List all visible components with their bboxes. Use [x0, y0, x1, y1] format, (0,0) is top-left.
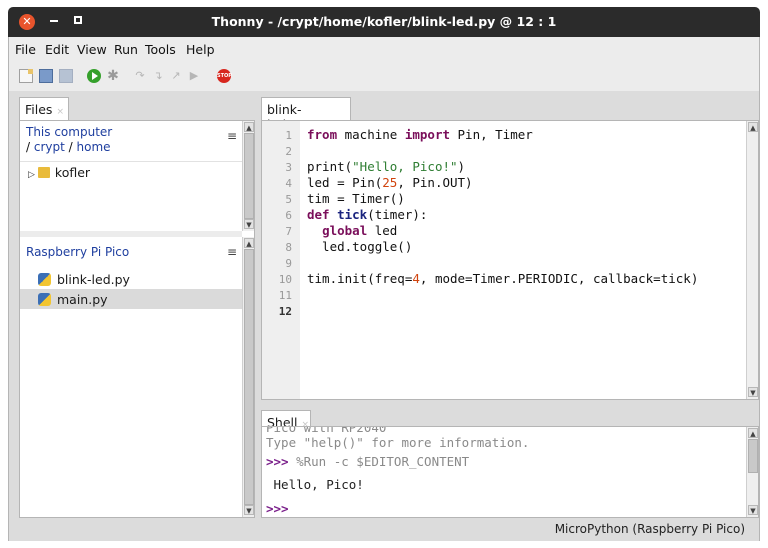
line-number: 3 [285, 161, 292, 174]
list-item[interactable]: main.py [20, 289, 242, 309]
breadcrumb-crypt[interactable]: crypt [34, 140, 65, 154]
new-file-icon[interactable] [19, 69, 33, 83]
main-window: File Edit View Run Tools Help ✱ ↷ ↴ ↗ ▶ … [8, 37, 760, 541]
this-computer-label: This computer [26, 125, 113, 139]
scroll-thumb[interactable] [244, 249, 254, 505]
python-file-icon [38, 293, 51, 306]
python-file-icon [38, 273, 51, 286]
tab-blink-led[interactable]: blink-led.py× [261, 97, 351, 132]
files-tab-label: Files [25, 102, 53, 117]
menu-icon[interactable]: ≡ [227, 245, 237, 259]
code-line: tim = Timer() [307, 191, 405, 206]
step-out-icon[interactable]: ↗ [169, 69, 183, 83]
vertical-scrollbar[interactable]: ▲ ▼ [746, 121, 758, 399]
title-bar: ✕ Thonny - /crypt/home/kofler/blink-led.… [8, 7, 760, 37]
scroll-thumb[interactable] [748, 439, 758, 473]
line-number: 10 [278, 273, 292, 286]
line-number: 9 [285, 257, 292, 270]
scroll-up-icon[interactable]: ▲ [244, 122, 254, 132]
line-number: 5 [285, 193, 292, 206]
breadcrumb-sep: / [26, 140, 34, 154]
shell-command-line: >>> %Run -c $EDITOR_CONTENT [266, 454, 470, 469]
menu-tools[interactable]: Tools [145, 42, 176, 57]
breadcrumb-home[interactable]: home [77, 140, 111, 154]
menu-view[interactable]: View [77, 42, 107, 57]
pico-label: Raspberry Pi Pico [26, 245, 130, 259]
scroll-down-icon[interactable]: ▼ [244, 219, 254, 229]
menu-edit[interactable]: Edit [45, 42, 69, 57]
code-line: global led [322, 223, 398, 238]
step-into-icon[interactable]: ↴ [151, 69, 165, 83]
line-number: 6 [285, 209, 292, 222]
vertical-scrollbar[interactable]: ▲ ▼ [242, 237, 254, 517]
vertical-scrollbar[interactable]: ▲ ▼ [746, 427, 758, 517]
folder-icon [37, 167, 50, 178]
shell-prompt[interactable]: >>> [266, 501, 289, 516]
resume-icon[interactable]: ▶ [187, 69, 201, 83]
code-line: from machine import Pin, Timer [307, 127, 533, 142]
step-over-icon[interactable]: ↷ [133, 69, 147, 83]
scroll-thumb[interactable] [244, 133, 254, 219]
scroll-up-icon[interactable]: ▲ [244, 238, 254, 248]
menu-icon[interactable]: ≡ [227, 129, 237, 143]
breadcrumb-sep: / [64, 140, 77, 154]
shell-prompt: >>> [266, 454, 289, 469]
vertical-scrollbar[interactable]: ▲ ▼ [242, 121, 254, 231]
save-file-icon[interactable] [59, 69, 73, 83]
list-item[interactable]: ▷ kofler [20, 161, 242, 181]
folder-label: kofler [54, 165, 91, 180]
pico-header: Raspberry Pi Pico ≡ [20, 245, 242, 271]
scroll-down-icon[interactable]: ▼ [748, 387, 758, 397]
line-number-gutter: 1 2 3 4 5 6 7 8 9 10 11 12 [262, 121, 300, 399]
code-editor[interactable]: 1 2 3 4 5 6 7 8 9 10 11 12 from machine … [261, 120, 759, 400]
scroll-up-icon[interactable]: ▲ [748, 428, 758, 438]
code-line: led.toggle() [307, 239, 413, 254]
line-number: 8 [285, 241, 292, 254]
expand-arrow-icon[interactable]: ▷ [28, 170, 35, 180]
menu-run[interactable]: Run [114, 42, 138, 57]
line-number: 4 [285, 177, 292, 190]
open-file-icon[interactable] [39, 69, 53, 83]
shell-output-line: Type "help()" for more information. [266, 435, 530, 450]
stop-icon[interactable]: STOP [217, 69, 232, 83]
shell-output-line: Hello, Pico! [266, 477, 364, 492]
line-number: 11 [278, 289, 292, 302]
line-number-current: 12 [278, 305, 292, 318]
file-label: blink-led.py [57, 272, 130, 287]
code-line: led = Pin(25, Pin.OUT) [307, 175, 473, 190]
scroll-up-icon[interactable]: ▲ [748, 122, 758, 132]
list-item[interactable]: blink-led.py [20, 269, 242, 289]
this-computer-header: This computer / crypt / home ≡ [20, 125, 242, 154]
debug-icon[interactable]: ✱ [106, 69, 120, 83]
scroll-down-icon[interactable]: ▼ [748, 505, 758, 515]
run-icon[interactable] [87, 69, 101, 83]
section-divider [20, 231, 242, 237]
breadcrumb: / crypt / home [26, 140, 242, 154]
interpreter-status[interactable]: MicroPython (Raspberry Pi Pico) [555, 522, 745, 536]
close-icon[interactable]: × [56, 107, 64, 117]
line-number: 7 [285, 225, 292, 238]
menu-help[interactable]: Help [186, 42, 215, 57]
menu-bar: File Edit View Run Tools Help [9, 37, 759, 61]
menu-file[interactable]: File [15, 42, 36, 57]
tab-files[interactable]: Files × [19, 97, 69, 120]
scroll-down-icon[interactable]: ▼ [244, 505, 254, 515]
shell-console[interactable]: Pico with RP2040 Type "help()" for more … [261, 426, 759, 518]
code-line: tim.init(freq=4, mode=Timer.PERIODIC, ca… [307, 271, 699, 286]
window-title: Thonny - /crypt/home/kofler/blink-led.py… [211, 14, 557, 29]
line-number: 1 [285, 129, 292, 142]
toolbar: ✱ ↷ ↴ ↗ ▶ STOP [9, 61, 759, 91]
file-label: main.py [57, 292, 108, 307]
code-line: def tick(timer): [307, 207, 428, 222]
files-panel: This computer / crypt / home ≡ ▷ kofler ▲… [19, 120, 255, 518]
shell-output-line: Pico with RP2040 [266, 426, 387, 435]
line-number: 2 [285, 145, 292, 158]
code-line: print("Hello, Pico!") [307, 159, 466, 174]
